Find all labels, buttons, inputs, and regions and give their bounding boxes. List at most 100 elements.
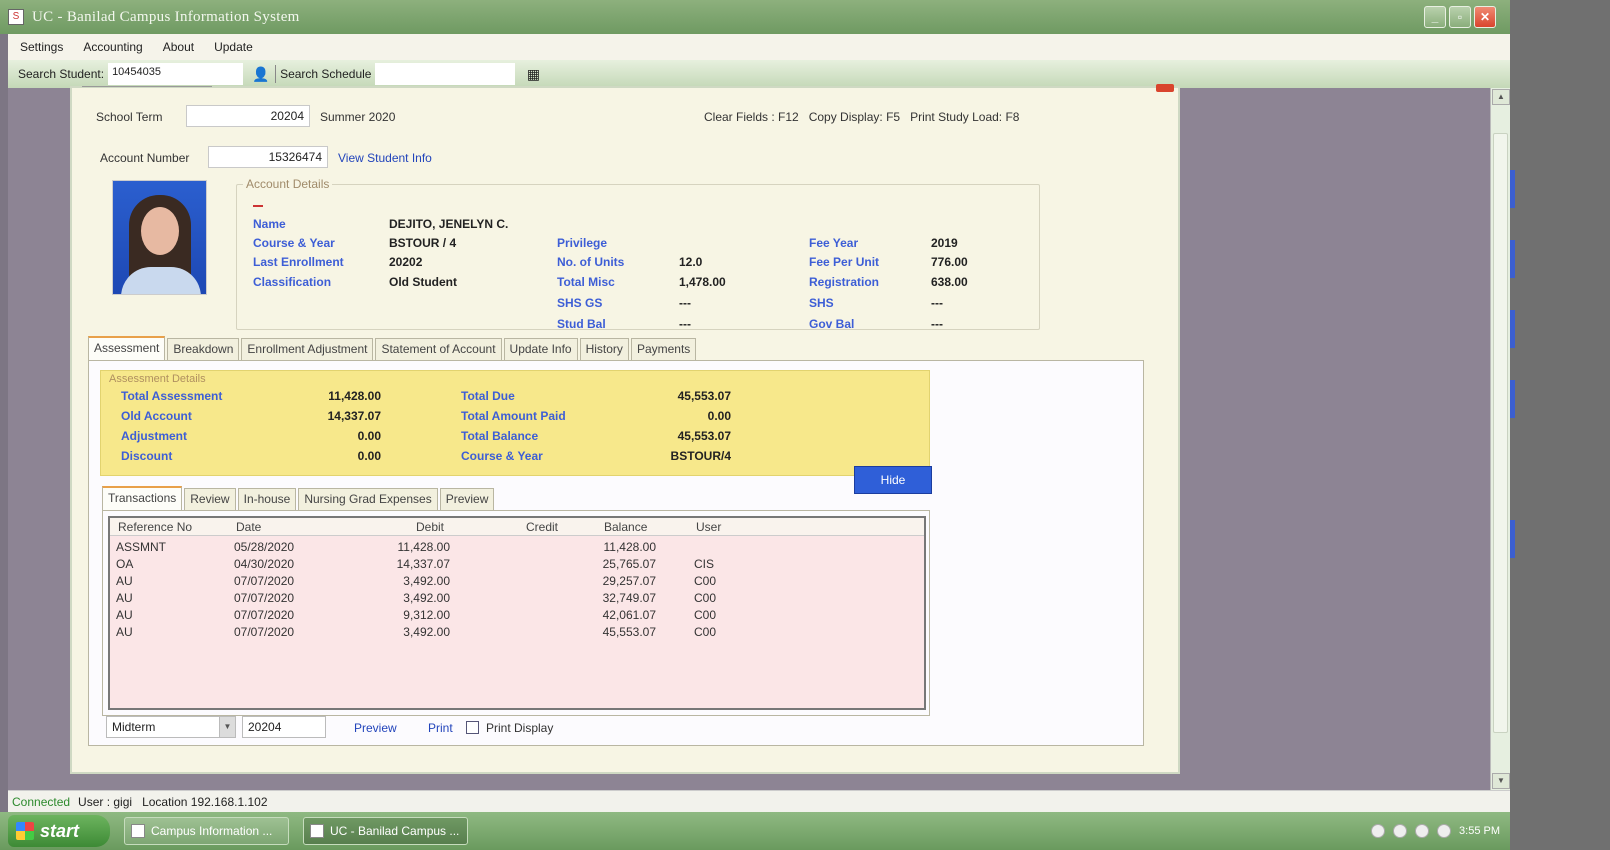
cell-balance: 25,765.07 [602, 557, 656, 571]
search-schedule-input[interactable] [375, 63, 516, 85]
old-account-label: Old Account [121, 409, 192, 423]
menu-update[interactable]: Update [214, 40, 253, 54]
side-tab[interactable] [1510, 380, 1515, 418]
cell-debit: 11,428.00 [397, 540, 451, 554]
taskbar-item-campus-info[interactable]: Campus Information ... [124, 817, 289, 845]
tab-nursing-grad-expenses[interactable]: Nursing Grad Expenses [298, 488, 438, 510]
tab-transactions[interactable]: Transactions [102, 486, 183, 510]
scroll-up-icon[interactable]: ▲ [1492, 89, 1510, 105]
tab-breakdown[interactable]: Breakdown [167, 338, 240, 360]
account-number-input[interactable]: 15326474 [208, 146, 328, 168]
help-icon[interactable] [1371, 824, 1386, 838]
scroll-down-icon[interactable]: ▼ [1492, 773, 1510, 789]
chevron-down-icon[interactable]: ▼ [219, 717, 235, 737]
cell-debit: 3,492.00 [403, 625, 450, 639]
col-date[interactable]: Date [236, 520, 261, 534]
table-row[interactable]: OA 04/30/2020 14,337.07 25,765.07 CIS [110, 557, 924, 574]
side-tab[interactable] [1510, 310, 1515, 348]
calendar-icon[interactable]: ▦ [523, 64, 543, 84]
close-button[interactable]: ✕ [1474, 6, 1496, 28]
main-tabs: Assessment Breakdown Enrollment Adjustme… [88, 336, 698, 360]
menu-about[interactable]: About [163, 40, 194, 54]
network-icon[interactable] [1393, 824, 1408, 838]
side-tab[interactable] [1510, 520, 1515, 558]
vertical-scrollbar[interactable]: ▲ ▼ [1490, 88, 1510, 790]
cell-user: C00 [694, 625, 717, 639]
discount-value: 0.00 [357, 449, 381, 463]
cell-date: 07/07/2020 [234, 591, 295, 605]
print-display-checkbox[interactable] [466, 721, 479, 734]
user-icon[interactable]: 👤 [251, 64, 271, 84]
last-enrollment-label: Last Enrollment [253, 255, 344, 269]
tab-in-house[interactable]: In-house [237, 488, 297, 510]
table-row[interactable]: AU 07/07/2020 3,492.00 29,257.07 C00 [110, 574, 924, 591]
antivirus-icon[interactable] [1415, 824, 1430, 838]
side-tab[interactable] [1510, 240, 1515, 278]
transactions-grid[interactable]: Reference No Date Debit Credit Balance U… [108, 516, 926, 710]
volume-icon[interactable] [1437, 824, 1452, 838]
total-balance-label: Total Balance [461, 429, 539, 443]
hide-button[interactable]: Hide [854, 466, 932, 494]
cell-ref: OA [116, 557, 134, 571]
cell-balance: 42,061.07 [602, 608, 656, 622]
cell-debit: 3,492.00 [403, 591, 450, 605]
total-misc-value: 1,478.00 [679, 275, 726, 289]
tab-history[interactable]: History [579, 338, 629, 360]
col-user[interactable]: User [696, 520, 721, 534]
scroll-thumb[interactable] [1493, 133, 1508, 733]
tab-enrollment-adjustment[interactable]: Enrollment Adjustment [241, 338, 374, 360]
menu-settings[interactable]: Settings [20, 40, 63, 54]
view-student-info-link[interactable]: View Student Info [338, 151, 432, 165]
col-reference-no[interactable]: Reference No [118, 520, 192, 534]
classification-label: Classification [253, 275, 332, 289]
course-year-value: BSTOUR / 4 [389, 236, 457, 250]
restore-button[interactable]: ▫ [1449, 6, 1471, 28]
preview-link[interactable]: Preview [354, 721, 397, 735]
taskbar: start Campus Information ... UC - Banila… [0, 812, 1510, 850]
start-label: start [40, 820, 80, 841]
course-year-summary-label: Course & Year [461, 449, 543, 463]
table-row[interactable]: AU 07/07/2020 9,312.00 42,061.07 C00 [110, 608, 924, 625]
taskbar-item-uc-banilad[interactable]: UC - Banilad Campus ... [303, 817, 468, 845]
minimize-button[interactable]: _ [1424, 6, 1446, 28]
status-bar: Connected User : gigi Location 192.168.1… [8, 790, 1510, 812]
table-row[interactable]: AU 07/07/2020 3,492.00 32,749.07 C00 [110, 591, 924, 608]
total-assessment-value: 11,428.00 [328, 389, 381, 403]
print-link[interactable]: Print [428, 721, 453, 735]
classification-value: Old Student [389, 275, 457, 289]
table-row[interactable]: ASSMNT 05/28/2020 11,428.00 11,428.00 [110, 540, 924, 557]
cell-balance: 32,749.07 [602, 591, 656, 605]
tab-review[interactable]: Review [184, 488, 236, 510]
col-balance[interactable]: Balance [604, 520, 647, 534]
search-student-input[interactable]: 10454035 [108, 63, 244, 85]
child-close-icon[interactable] [1156, 84, 1174, 92]
tab-update-info[interactable]: Update Info [503, 338, 578, 360]
tab-statement-of-account[interactable]: Statement of Account [375, 338, 502, 360]
cell-date: 07/07/2020 [234, 574, 295, 588]
sub-tabs: Transactions Review In-house Nursing Gra… [102, 486, 496, 510]
name-label: Name [253, 217, 286, 231]
school-term-text: Summer 2020 [320, 110, 396, 124]
col-credit[interactable]: Credit [526, 520, 558, 534]
menu-accounting[interactable]: Accounting [83, 40, 142, 54]
tab-preview[interactable]: Preview [439, 488, 495, 510]
cell-debit: 14,337.07 [396, 557, 450, 571]
total-due-label: Total Due [461, 389, 515, 403]
course-year-label: Course & Year [253, 236, 335, 250]
account-number-label: Account Number [100, 151, 190, 165]
last-enrollment-value: 20202 [389, 255, 423, 269]
col-debit[interactable]: Debit [416, 520, 444, 534]
tab-payments[interactable]: Payments [630, 338, 697, 360]
period-select[interactable]: Midterm ▼ [106, 716, 236, 738]
school-term-input[interactable]: 20204 [186, 105, 310, 127]
term-input[interactable]: 20204 [242, 716, 326, 738]
clock[interactable]: 3:55 PM [1459, 825, 1500, 837]
window-controls: _ ▫ ✕ [1424, 6, 1496, 28]
shs-gs-label: SHS GS [557, 296, 603, 310]
cell-balance: 29,257.07 [602, 574, 656, 588]
side-tab[interactable] [1510, 170, 1515, 208]
start-button[interactable]: start [8, 815, 110, 847]
shs-value: --- [931, 296, 943, 310]
table-row[interactable]: AU 07/07/2020 3,492.00 45,553.07 C00 [110, 625, 924, 642]
tab-assessment[interactable]: Assessment [88, 336, 166, 360]
